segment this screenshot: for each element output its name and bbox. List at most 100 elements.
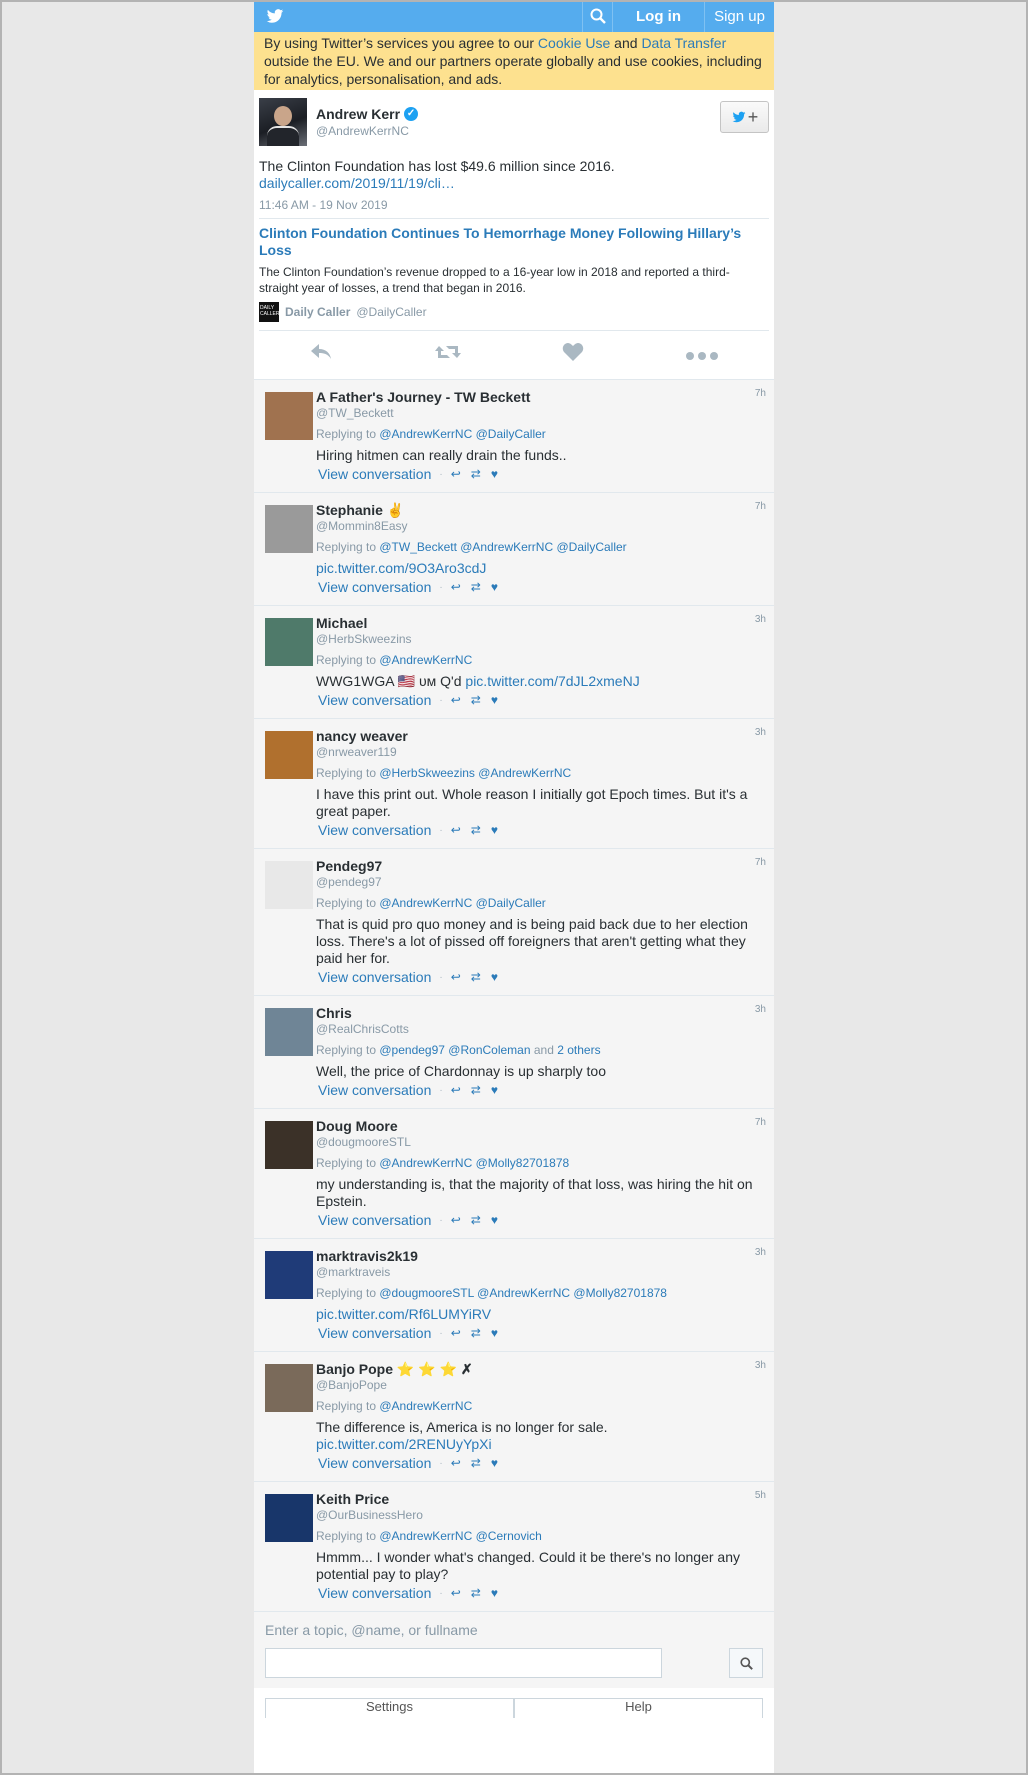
reply-time[interactable]: 3h	[755, 614, 766, 625]
mention-link[interactable]: @dougmooreSTL	[379, 1286, 473, 1300]
reply-time[interactable]: 3h	[755, 1360, 766, 1371]
reply-icon[interactable]: ↩	[451, 693, 461, 707]
avatar[interactable]	[265, 618, 313, 666]
reply-author-name[interactable]: Michael	[316, 614, 766, 632]
author-handle[interactable]: @AndrewKerrNC	[316, 124, 418, 138]
like-icon[interactable]	[562, 342, 584, 368]
reply-tweet[interactable]: 7h Doug Moore @dougmooreSTL Replying to @An…	[254, 1109, 774, 1239]
like-icon[interactable]: ♥	[491, 823, 498, 837]
mention-link[interactable]: @pendeg97	[379, 1043, 445, 1057]
avatar[interactable]	[265, 1251, 313, 1299]
reply-author-name[interactable]: nancy weaver	[316, 727, 766, 745]
view-conversation-link[interactable]: View conversation	[318, 692, 431, 708]
reply-time[interactable]: 3h	[755, 1004, 766, 1015]
data-transfer-link[interactable]: Data Transfer	[641, 35, 726, 51]
reply-author-handle[interactable]: @HerbSkweezins	[316, 632, 766, 647]
reply-tweet[interactable]: 3h nancy weaver @nrweaver119 Replying to @H…	[254, 719, 774, 849]
reply-time[interactable]: 3h	[755, 727, 766, 738]
help-link[interactable]: Help	[514, 1698, 763, 1718]
mention-link[interactable]: @DailyCaller	[476, 427, 546, 441]
view-conversation-link[interactable]: View conversation	[318, 579, 431, 595]
avatar[interactable]	[265, 1121, 313, 1169]
view-conversation-link[interactable]: View conversation	[318, 466, 431, 482]
pic-link[interactable]: pic.twitter.com/2RENUyYpXi	[316, 1436, 492, 1452]
view-conversation-link[interactable]: View conversation	[318, 822, 431, 838]
mention-link[interactable]: @Molly82701878	[476, 1156, 570, 1170]
mention-link[interactable]: @HerbSkweezins	[379, 766, 475, 780]
retweet-icon[interactable]: ⇄	[471, 1326, 481, 1340]
retweet-icon[interactable]: ⇄	[471, 1586, 481, 1600]
reply-tweet[interactable]: 7h A Father's Journey - TW Beckett @TW_Bec…	[254, 380, 774, 493]
view-conversation-link[interactable]: View conversation	[318, 1082, 431, 1098]
avatar[interactable]	[265, 1364, 313, 1412]
reply-time[interactable]: 3h	[755, 1247, 766, 1258]
reply-time[interactable]: 7h	[755, 501, 766, 512]
reply-author-handle[interactable]: @Mommin8Easy	[316, 519, 766, 534]
like-icon[interactable]: ♥	[491, 1326, 498, 1340]
view-conversation-link[interactable]: View conversation	[318, 1585, 431, 1601]
reply-tweet[interactable]: 5h Keith Price @OurBusinessHero Replying to…	[254, 1482, 774, 1612]
reply-time[interactable]: 7h	[755, 1117, 766, 1128]
reply-tweet[interactable]: 7h Pendeg97 @pendeg97 Replying to @AndrewKe…	[254, 849, 774, 996]
like-icon[interactable]: ♥	[491, 693, 498, 707]
retweet-icon[interactable]: ⇄	[471, 1213, 481, 1227]
reply-author-name[interactable]: marktravis2k19	[316, 1247, 766, 1265]
reply-author-handle[interactable]: @RealChrisCotts	[316, 1022, 766, 1037]
avatar[interactable]	[259, 98, 307, 146]
mention-link[interactable]: @AndrewKerrNC	[379, 427, 472, 441]
view-conversation-link[interactable]: View conversation	[318, 969, 431, 985]
reply-author-name[interactable]: Pendeg97	[316, 857, 766, 875]
reply-author-handle[interactable]: @nrweaver119	[316, 745, 766, 760]
signup-button[interactable]: Sign up	[704, 0, 774, 32]
mention-link[interactable]: @Cernovich	[476, 1529, 542, 1543]
mention-link[interactable]: @AndrewKerrNC	[379, 1399, 472, 1413]
like-icon[interactable]: ♥	[491, 970, 498, 984]
reply-tweet[interactable]: 3h Banjo Pope ⭐ ⭐ ⭐ ✗ @BanjoPope Replying t…	[254, 1352, 774, 1482]
view-conversation-link[interactable]: View conversation	[318, 1212, 431, 1228]
reply-time[interactable]: 5h	[755, 1490, 766, 1501]
cookie-use-link[interactable]: Cookie Use	[538, 35, 610, 51]
reply-author-handle[interactable]: @TW_Beckett	[316, 406, 766, 421]
reply-tweet[interactable]: 3h Chris @RealChrisCotts Replying to @pende…	[254, 996, 774, 1109]
avatar[interactable]	[265, 1494, 313, 1542]
view-conversation-link[interactable]: View conversation	[318, 1325, 431, 1341]
author-name[interactable]: Andrew Kerr	[316, 106, 400, 122]
mention-link[interactable]: @AndrewKerrNC	[379, 896, 472, 910]
reply-icon[interactable]	[309, 342, 333, 368]
pic-link[interactable]: pic.twitter.com/9O3Aro3cdJ	[316, 560, 486, 576]
retweet-icon[interactable]: ⇄	[471, 1083, 481, 1097]
twitter-bird-icon[interactable]	[266, 7, 284, 25]
avatar[interactable]	[265, 505, 313, 553]
reply-icon[interactable]: ↩	[451, 823, 461, 837]
avatar[interactable]	[265, 731, 313, 779]
mention-link[interactable]: @AndrewKerrNC	[379, 653, 472, 667]
retweet-icon[interactable]: ⇄	[471, 580, 481, 594]
reply-author-name[interactable]: Keith Price	[316, 1490, 766, 1508]
mention-link[interactable]: @DailyCaller	[556, 540, 626, 554]
others-link[interactable]: 2 others	[557, 1043, 600, 1057]
reply-author-handle[interactable]: @pendeg97	[316, 875, 766, 890]
card-title[interactable]: Clinton Foundation Continues To Hemorrha…	[259, 225, 769, 259]
mention-link[interactable]: @AndrewKerrNC	[379, 1156, 472, 1170]
reply-icon[interactable]: ↩	[451, 1586, 461, 1600]
login-button[interactable]: Log in	[612, 0, 704, 32]
retweet-icon[interactable]: ⇄	[471, 693, 481, 707]
mention-link[interactable]: @AndrewKerrNC	[477, 1286, 570, 1300]
avatar[interactable]	[265, 392, 313, 440]
reply-tweet[interactable]: 3h Michael @HerbSkweezins Replying to @Andr…	[254, 606, 774, 719]
link-card[interactable]: Clinton Foundation Continues To Hemorrha…	[259, 218, 769, 322]
reply-icon[interactable]: ↩	[451, 1213, 461, 1227]
reply-time[interactable]: 7h	[755, 857, 766, 868]
mention-link[interactable]: @AndrewKerrNC	[379, 1529, 472, 1543]
mention-link[interactable]: @AndrewKerrNC	[460, 540, 553, 554]
like-icon[interactable]: ♥	[491, 1586, 498, 1600]
reply-author-handle[interactable]: @BanjoPope	[316, 1378, 766, 1393]
reply-author-name[interactable]: Doug Moore	[316, 1117, 766, 1135]
follow-button[interactable]: +	[720, 101, 769, 133]
reply-icon[interactable]: ↩	[451, 1326, 461, 1340]
reply-author-handle[interactable]: @dougmooreSTL	[316, 1135, 766, 1150]
reply-tweet[interactable]: 7h Stephanie ✌ @Mommin8Easy Replying to @TW…	[254, 493, 774, 606]
like-icon[interactable]: ♥	[491, 467, 498, 481]
like-icon[interactable]: ♥	[491, 1456, 498, 1470]
settings-link[interactable]: Settings	[265, 1698, 514, 1718]
